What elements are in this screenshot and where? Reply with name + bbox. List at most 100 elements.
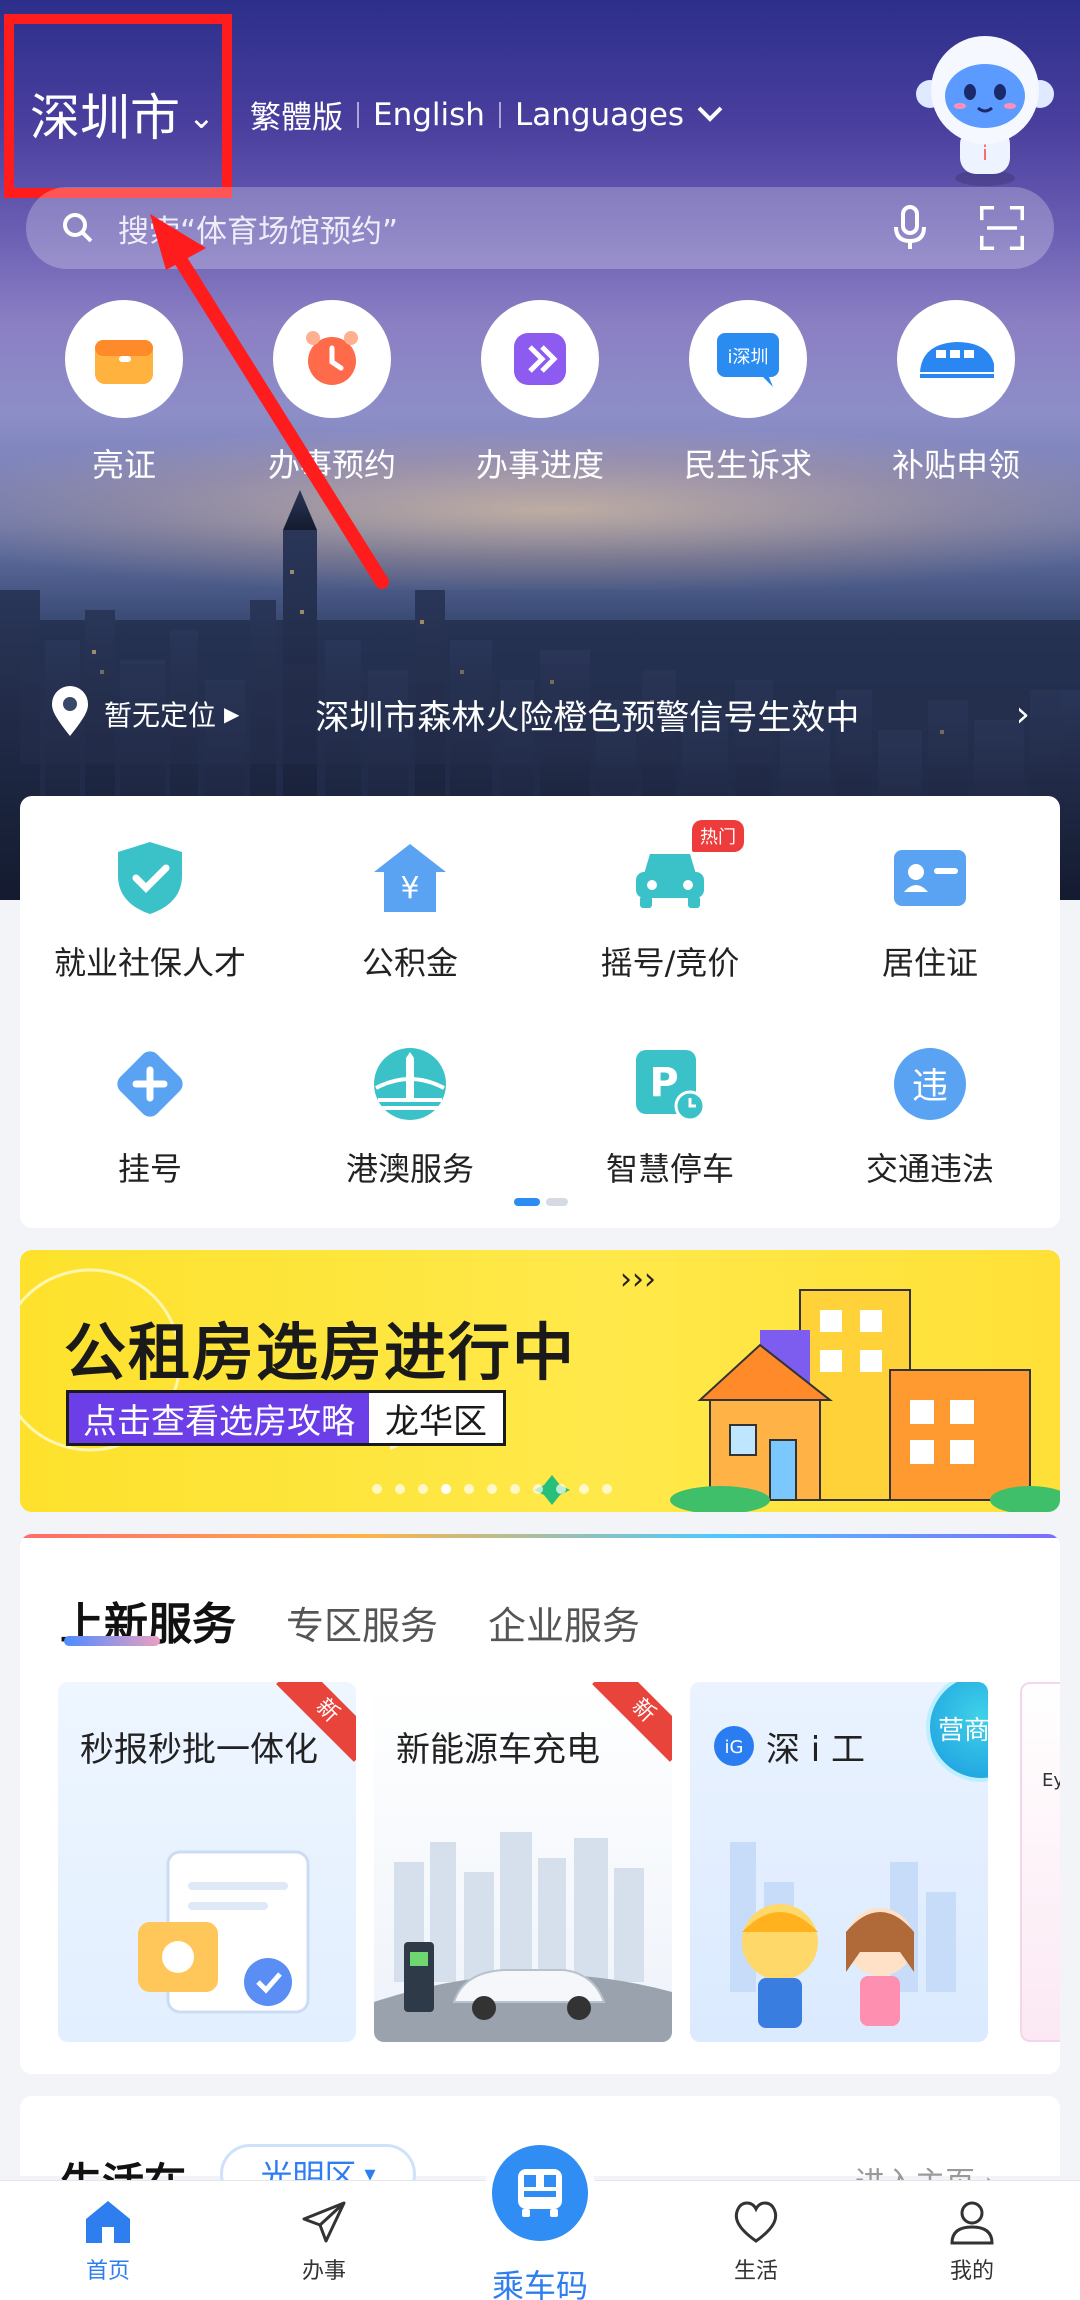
quick-service-progress[interactable]: 办事进度 [450,300,630,486]
location-status[interactable]: 暂无定位 [104,694,216,734]
service-label: 摇号/竞价 [600,944,740,982]
nav-home[interactable]: 首页 [48,2199,168,2285]
tile-title: 新能源车充电 [396,1730,600,1770]
bottom-navigation: 首页 办事 乘车码 生活 我的 [0,2137,1080,2300]
assistant-robot-icon[interactable]: i [912,28,1058,188]
chevron-right-icon[interactable]: › [1016,694,1030,735]
promo-banner[interactable]: ››› 公租房选房进行中 点击查看选房攻略 龙华区 [20,1250,1060,1512]
bus-qr-icon [518,2169,562,2217]
service-grid-card: 就业社保人才 ¥ 公积金 热门 摇号/竞价 居住证 挂号 港澳服务 P 智慧停车… [20,796,1060,1228]
location-notice-bar: 暂无定位 ▶ 深圳市森林火险橙色预警信号生效中 › [20,664,1060,764]
service-lottery[interactable]: 热门 摇号/竞价 [540,820,800,984]
caret-right-icon: ▶ [224,702,240,726]
divider [357,101,359,128]
warning-notice[interactable]: 深圳市森林火险橙色预警信号生效中 [315,690,1005,739]
location-pin-icon[interactable] [50,686,90,742]
ride-code-label: 乘车码 [491,2267,588,2300]
id-card-wallet-icon [65,300,183,418]
search-input[interactable]: 搜索“体育场馆预约” [118,206,888,251]
quick-service-subsidy[interactable]: 补贴申领 [866,300,1046,486]
paper-plane-icon [302,2201,346,2243]
service-registration[interactable]: 挂号 [20,1042,280,1190]
service-tile-shen-i-gong[interactable]: iG 深 i 工 营商通 [690,1682,988,2042]
peek-text: Ey [1042,1770,1060,1791]
nav-life[interactable]: 生活 [696,2199,816,2285]
service-label: 港澳服务 [345,1150,474,1188]
shen-i-gong-logo-icon: iG [712,1724,756,1772]
bridge-icon [368,1042,452,1126]
active-tab-indicator [64,1636,160,1646]
languages-dropdown[interactable]: Languages [515,97,684,133]
search-bar[interactable]: 搜索“体育场馆预约” [26,187,1054,269]
quick-service-appointment[interactable]: 办事预约 [242,300,422,486]
nav-label: 生活 [733,2259,778,2284]
tile-title: 深 i 工 [766,1730,866,1770]
service-label: 挂号 [117,1150,182,1188]
nav-services[interactable]: 办事 [264,2199,384,2285]
nav-label: 首页 [85,2259,130,2284]
residence-card-icon [888,836,972,920]
service-tile-ev-charging[interactable]: 新能源车充电 新 [374,1682,672,2042]
new-badge: 新 [592,1682,672,1762]
service-label: 交通违法 [865,1150,994,1188]
service-traffic-violation[interactable]: 违 交通违法 [800,1042,1060,1190]
quick-services-row: 亮证 办事预约 办事进度 i深圳 民生诉求 补贴申领 [0,300,1080,486]
shenzhen-chat-icon: i深圳 [689,300,807,418]
nav-profile[interactable]: 我的 [912,2199,1032,2285]
train-icon [897,300,1015,418]
ev-charging-illustration [374,1832,672,2042]
alarm-clock-icon [273,300,391,418]
next-tile-peek[interactable]: Ey [1020,1682,1060,2042]
quick-service-complaints[interactable]: i深圳 民生诉求 [658,300,838,486]
english-link[interactable]: English [373,97,485,133]
service-housing-fund[interactable]: ¥ 公积金 [280,836,540,984]
svg-text:违: 违 [912,1066,948,1107]
housing-fund-icon: ¥ [368,836,452,920]
tab-zone-services[interactable]: 专区服务 [286,1595,438,1650]
service-label: 居住证 [881,944,978,982]
service-hk-macao[interactable]: 港澳服务 [280,1042,540,1190]
grid-page-indicator [514,1198,568,1206]
service-employment[interactable]: 就业社保人才 [20,836,280,984]
banner-cta[interactable]: 点击查看选房攻略 龙华区 [66,1390,506,1446]
new-services-card: 上新服务 专区服务 企业服务 秒报秒批一体化 新 新能源车充电 新 iG 深 i… [20,1534,1060,2074]
document-stamp-illustration [138,1850,310,2014]
traditional-chinese-link[interactable]: 繁體版 [250,92,343,137]
quick-service-label: 民生诉求 [683,446,812,484]
medical-cross-icon [108,1042,192,1126]
divider [498,101,501,128]
microphone-icon[interactable] [888,205,932,250]
annotation-highlight-box [4,14,232,198]
nav-label: 我的 [949,2259,994,2284]
user-icon [950,2201,994,2245]
parking-icon: P [628,1042,712,1126]
chevron-down-icon [696,100,724,130]
business-pass-badge[interactable]: 营商通 [926,1682,988,1782]
service-smart-parking[interactable]: P 智慧停车 [540,1042,800,1190]
service-label: 智慧停车 [605,1150,734,1188]
workers-illustration [730,1842,956,2028]
service-label: 就业社保人才 [53,944,246,982]
hot-badge: 热门 [692,820,744,852]
business-pass-label: 营商通 [938,1716,988,1746]
language-switcher: 繁體版 English Languages [250,92,724,137]
svg-text:¥: ¥ [400,871,419,906]
scan-icon[interactable] [980,206,1024,250]
nav-label: 办事 [301,2259,346,2284]
svg-text:iG: iG [725,1737,744,1758]
progress-forward-icon [481,300,599,418]
tab-enterprise-services[interactable]: 企业服务 [488,1595,640,1650]
heart-icon [734,2201,778,2243]
quick-service-show-id[interactable]: 亮证 [34,300,214,486]
service-tile-instant-approval[interactable]: 秒报秒批一体化 新 [58,1682,356,2042]
banner-arrows: ››› [620,1262,656,1297]
quick-service-label: 办事进度 [475,446,604,484]
service-residence-permit[interactable]: 居住证 [800,836,1060,984]
banner-district: 龙华区 [369,1393,503,1443]
shield-check-icon [108,836,192,920]
quick-service-label: 亮证 [91,446,156,484]
home-icon [86,2201,130,2243]
svg-text:P: P [649,1060,678,1106]
quick-service-label: 办事预约 [267,446,396,484]
ride-code-button[interactable] [484,2137,596,2249]
